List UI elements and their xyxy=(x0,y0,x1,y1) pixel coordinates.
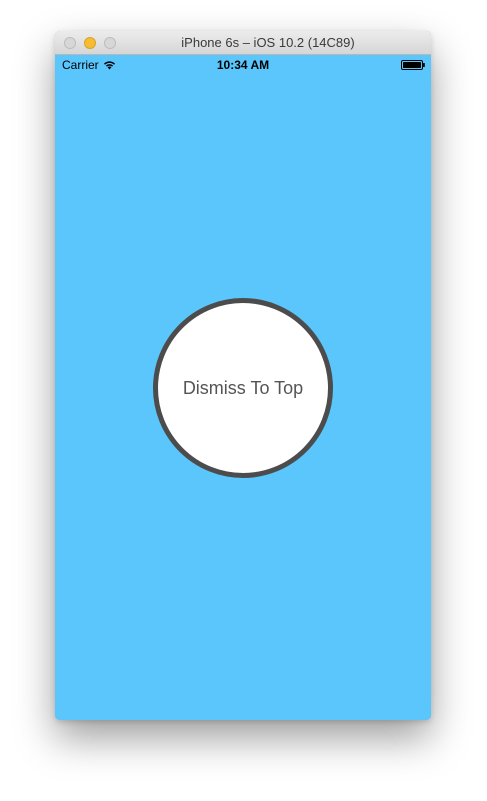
device-screen: Carrier 10:34 AM Dismiss To Top xyxy=(55,55,431,720)
window-title: iPhone 6s – iOS 10.2 (14C89) xyxy=(181,35,355,50)
status-time: 10:34 AM xyxy=(216,58,270,72)
close-window-button[interactable] xyxy=(64,37,76,49)
title-bar[interactable]: iPhone 6s – iOS 10.2 (14C89) xyxy=(55,31,431,55)
status-bar: Carrier 10:34 AM xyxy=(55,55,431,75)
simulator-window: iPhone 6s – iOS 10.2 (14C89) Carrier 10:… xyxy=(55,31,431,720)
dismiss-button-label: Dismiss To Top xyxy=(182,377,304,398)
minimize-window-button[interactable] xyxy=(84,37,96,49)
dismiss-to-top-button[interactable]: Dismiss To Top xyxy=(153,298,333,478)
battery-icon xyxy=(401,60,425,70)
